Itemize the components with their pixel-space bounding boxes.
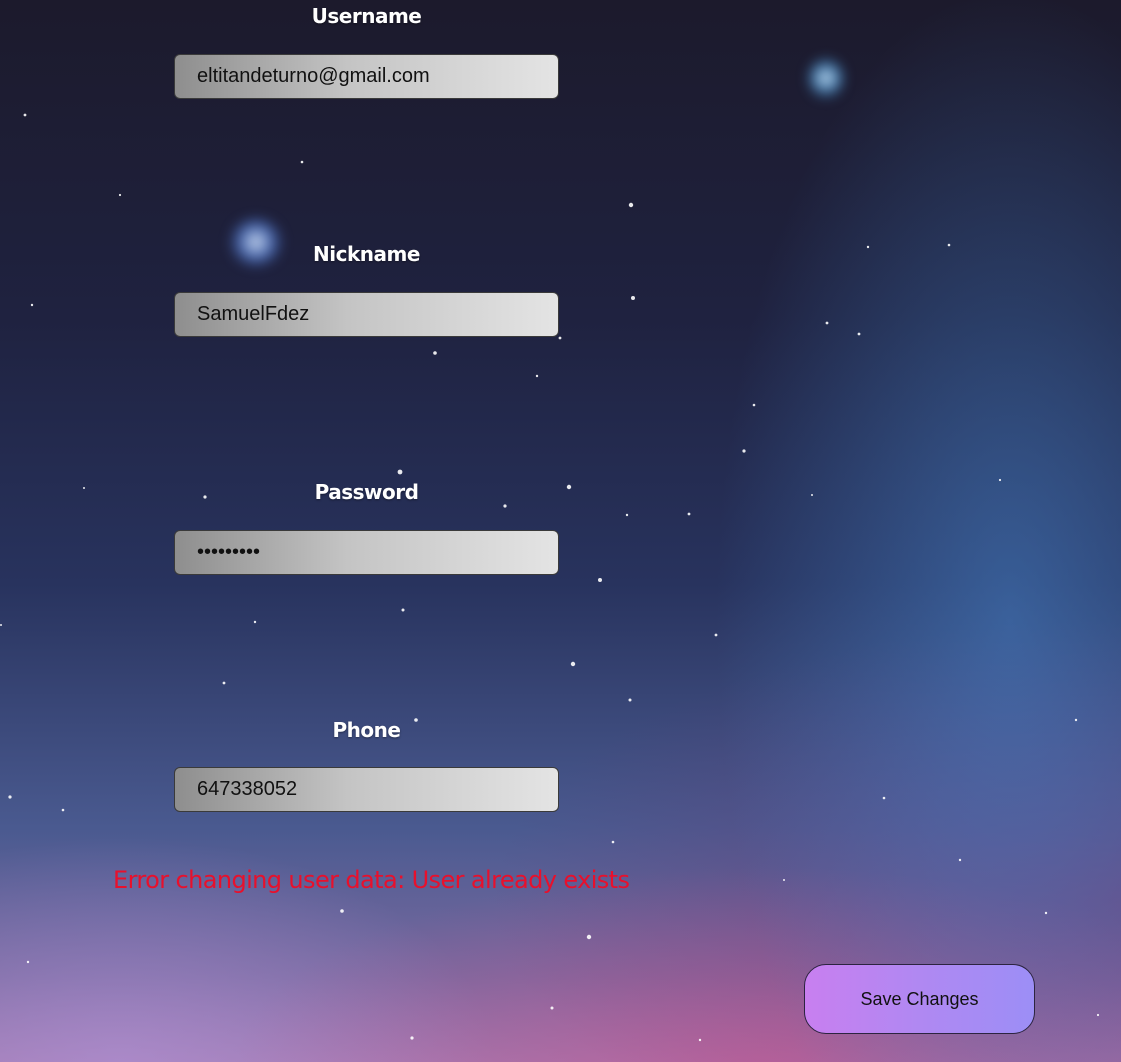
nebula-glow-right	[808, 56, 844, 100]
nickname-input[interactable]	[174, 292, 559, 337]
phone-label: Phone	[332, 718, 401, 742]
password-input[interactable]	[174, 530, 559, 575]
username-input[interactable]	[174, 54, 559, 99]
error-message: Error changing user data: User already e…	[113, 866, 630, 894]
phone-input[interactable]	[174, 767, 559, 812]
username-label: Username	[311, 4, 422, 28]
starfield-background	[0, 113, 1100, 1042]
save-changes-button[interactable]: Save Changes	[804, 964, 1035, 1034]
password-label: Password	[314, 480, 419, 504]
nickname-label: Nickname	[313, 242, 420, 266]
